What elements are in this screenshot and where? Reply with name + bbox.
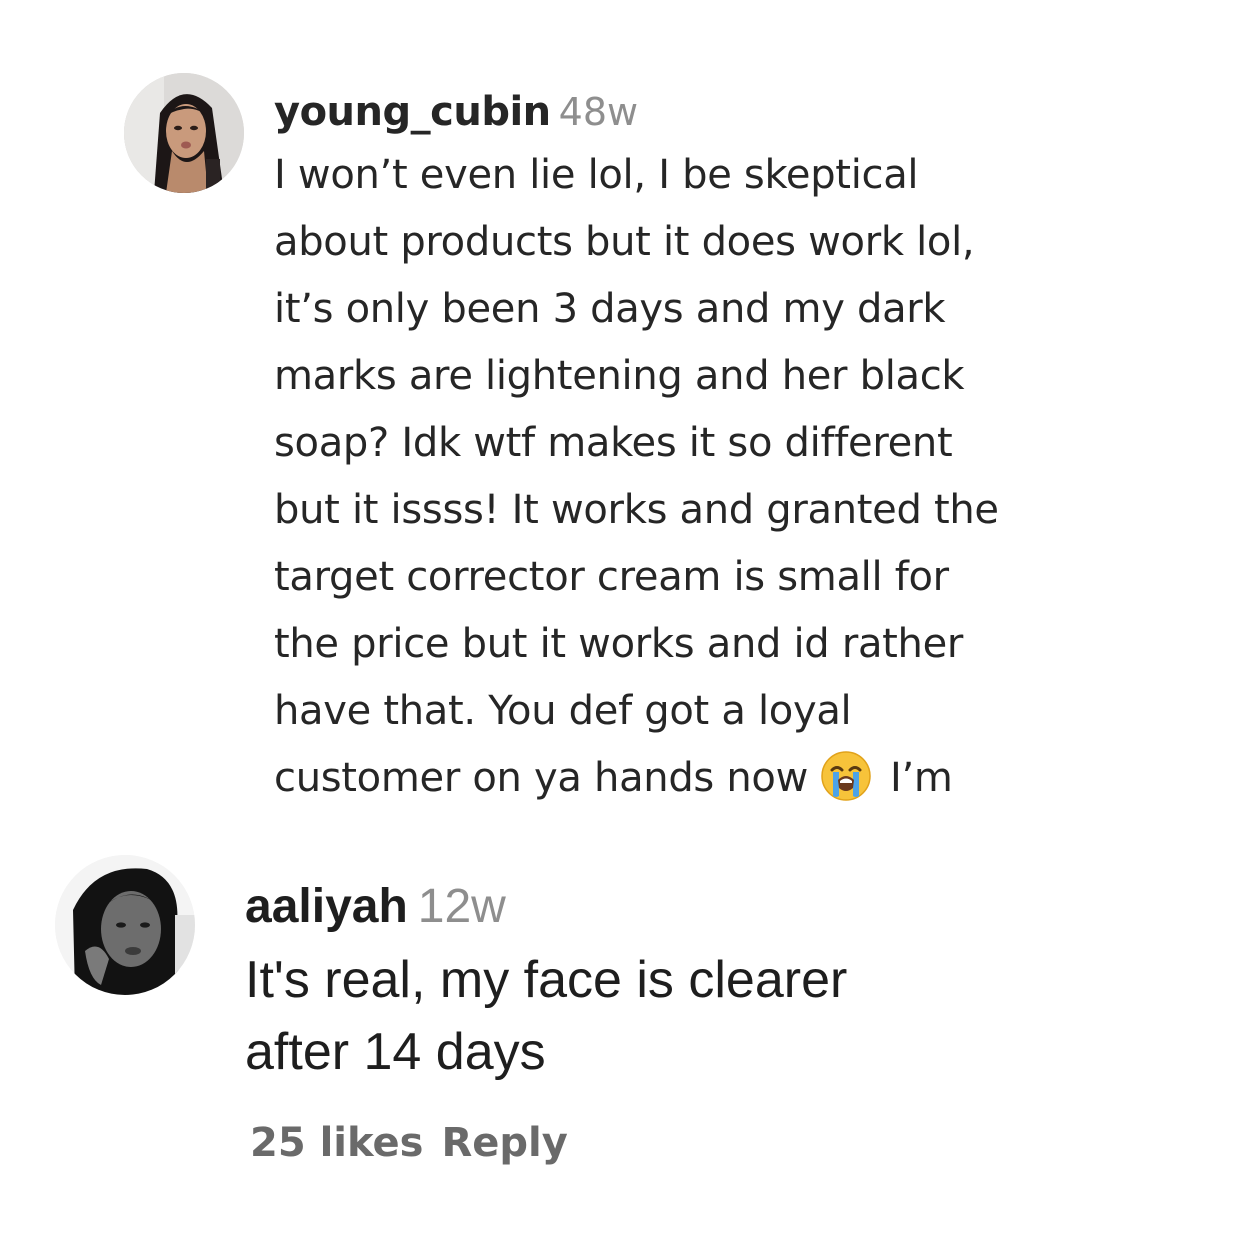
- reply-button[interactable]: Reply: [441, 1120, 567, 1166]
- timestamp: 48w: [558, 90, 639, 134]
- comment-text-line: about products but it does work lol,: [274, 219, 975, 265]
- comment-header: young_cubin 48w: [274, 82, 1174, 142]
- username[interactable]: aaliyah: [245, 880, 408, 933]
- comment-text-line: I won’t even lie lol, I be skeptical: [274, 152, 919, 198]
- comment-young-cubin: young_cubin 48w I won’t even lie lol, I b…: [0, 0, 1250, 830]
- timestamp: 12w: [417, 880, 506, 933]
- comment-text-line: target corrector cream is small for: [274, 554, 949, 600]
- comment-text-line: It's real, my face is clearer: [245, 951, 848, 1009]
- comment-aaliyah: aaliyah 12w It's real, my face is clearer…: [0, 830, 1250, 1250]
- avatar[interactable]: [55, 855, 195, 995]
- comment-text-line: after 14 days: [245, 1023, 546, 1081]
- comment-header: aaliyah 12w: [245, 870, 1225, 944]
- avatar[interactable]: [124, 73, 244, 193]
- comment-text-line: marks are lightening and her black: [274, 353, 965, 399]
- comment-body: aaliyah 12w It's real, my face is clearer…: [245, 870, 1225, 1088]
- comment-body: young_cubin 48w I won’t even lie lol, I b…: [274, 82, 1174, 812]
- comment-text-segment: I’m: [890, 755, 953, 801]
- username[interactable]: young_cubin: [274, 89, 551, 135]
- comment-actions: 25 likes Reply: [250, 1120, 568, 1166]
- comment-text-line: have that. You def got a loyal: [274, 688, 852, 734]
- loudly-crying-face-icon: [820, 750, 872, 802]
- comment-text-line: the price but it works and id rather: [274, 621, 964, 667]
- comments-screenshot: young_cubin 48w I won’t even lie lol, I b…: [0, 0, 1250, 1250]
- likes-count[interactable]: 25 likes: [250, 1120, 423, 1166]
- comment-text-line: it’s only been 3 days and my dark: [274, 286, 946, 332]
- avatar-photo-image: [124, 73, 244, 193]
- comment-text-line: soap? Idk wtf makes it so different: [274, 420, 953, 466]
- comment-text-line-last: customer on ya hands now I’m: [274, 745, 1174, 812]
- comment-text-segment: customer on ya hands now: [274, 755, 809, 801]
- avatar-photo-image: [55, 855, 195, 995]
- comment-text-line: but it issss! It works and granted the: [274, 487, 999, 533]
